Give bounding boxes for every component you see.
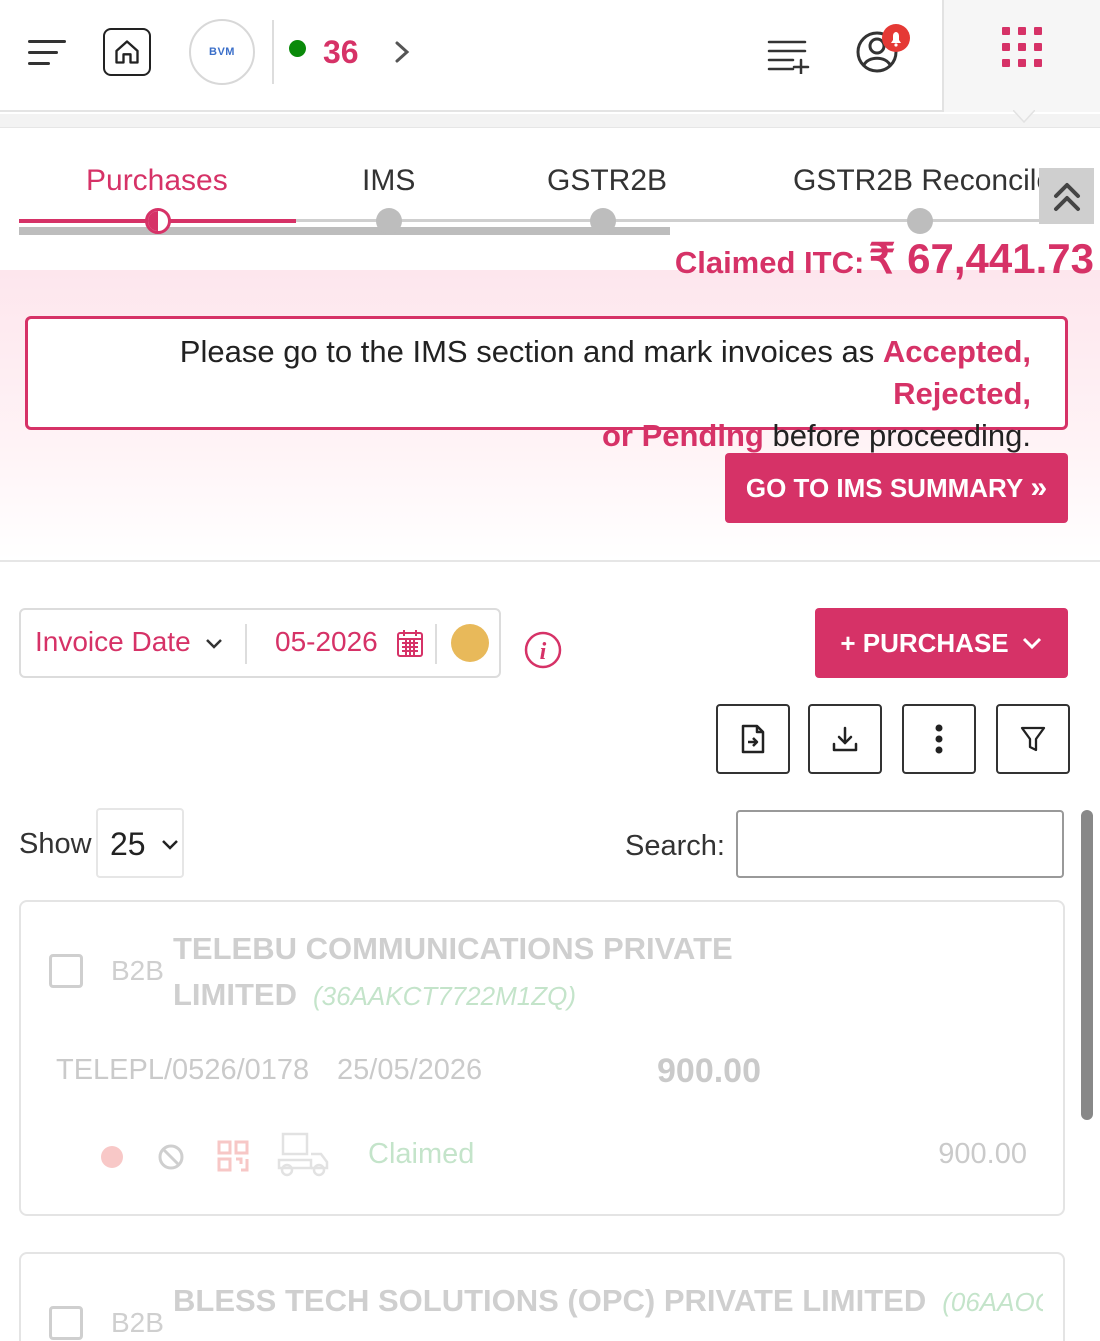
invoice-type: B2B <box>111 955 164 986</box>
chevron-down-icon <box>1022 637 1041 650</box>
double-chevron-right-icon: » <box>1030 471 1048 504</box>
chevron-right-icon[interactable] <box>388 35 418 69</box>
period-picker[interactable]: 05-2026 <box>275 626 378 658</box>
user-notification-icon[interactable] <box>855 22 915 82</box>
row-checkbox[interactable] <box>49 1306 83 1340</box>
party-name-text: BLESS TECH SOLUTIONS (OPC) PRIVATE LIMIT… <box>173 1283 927 1318</box>
calendar-icon[interactable] <box>396 628 424 658</box>
tab-ims[interactable]: IMS <box>362 164 415 198</box>
download-icon <box>832 726 858 752</box>
e-way-bill-truck-icon[interactable] <box>273 1130 331 1178</box>
divider <box>245 624 247 664</box>
claimed-amount: 900.00 <box>938 1138 1027 1170</box>
filter-button[interactable] <box>996 704 1070 774</box>
home-icon <box>115 40 139 64</box>
claimed-itc: Claimed ITC: ₹ 67,441.73 <box>675 234 1094 283</box>
claimed-itc-label: Claimed ITC: <box>674 245 865 280</box>
info-icon[interactable]: i <box>524 631 562 669</box>
page-size-select[interactable]: 25 <box>96 808 184 878</box>
import-button[interactable] <box>716 704 790 774</box>
divider <box>272 20 274 84</box>
date-type-select[interactable]: Invoice Date <box>35 626 224 658</box>
apps-grid-icon <box>1002 27 1042 67</box>
stepper-track <box>19 227 670 235</box>
notice-text-1: Please go to the IMS section and mark in… <box>179 334 883 369</box>
company-logo[interactable]: BVM <box>189 19 255 85</box>
date-type-label: Invoice Date <box>35 626 191 657</box>
step-purchases[interactable] <box>145 208 171 234</box>
add-list-icon[interactable] <box>765 34 811 74</box>
invoice-number: TELEPL/0526/0178 <box>56 1054 310 1086</box>
block-icon[interactable] <box>157 1143 185 1171</box>
status-indicator[interactable] <box>451 624 489 662</box>
invoice-card[interactable]: B2B BLESS TECH SOLUTIONS (OPC) PRIVATE L… <box>19 1252 1065 1341</box>
party-name: BLESS TECH SOLUTIONS (OPC) PRIVATE LIMIT… <box>173 1278 1043 1325</box>
qr-code-icon[interactable] <box>217 1140 249 1172</box>
file-import-icon <box>741 724 765 754</box>
add-purchase-button[interactable]: + PURCHASE <box>815 608 1068 678</box>
invoice-card[interactable]: B2B TELEBU COMMUNICATIONS PRIVATE LIMITE… <box>19 900 1065 1216</box>
filter-icon <box>1020 726 1046 752</box>
show-label: Show <box>19 828 92 860</box>
purchase-button-label: + PURCHASE <box>840 627 1009 658</box>
party-gstin: (36AAKCT7722M1ZQ) <box>313 981 576 1011</box>
row-checkbox[interactable] <box>49 954 83 988</box>
stepper-track-line <box>296 219 1056 222</box>
divider <box>435 624 437 664</box>
notice-highlight-1: Accepted, Rejected, <box>882 334 1031 411</box>
invoice-type: B2B <box>111 1307 164 1338</box>
chevron-down-icon <box>206 639 223 649</box>
go-to-ims-summary-button[interactable]: GO TO IMS SUMMARY » <box>725 453 1068 523</box>
company-logo-text: BVM <box>209 46 235 58</box>
invoice-amount: 900.00 <box>657 1052 761 1090</box>
tab-gstr2b[interactable]: GSTR2B <box>547 164 667 198</box>
more-vertical-icon <box>935 724 943 754</box>
invoice-card-content: B2B BLESS TECH SOLUTIONS (OPC) PRIVATE L… <box>21 1254 1063 1341</box>
more-options-button[interactable] <box>902 704 976 774</box>
pending-count[interactable]: 36 <box>323 34 359 71</box>
ims-button-label: GO TO IMS SUMMARY <box>745 472 1024 503</box>
top-navbar: BVM 36 <box>0 0 1100 112</box>
hamburger-menu-icon[interactable] <box>28 38 68 68</box>
online-status-dot <box>289 40 306 57</box>
step-ims[interactable] <box>376 208 402 234</box>
download-button[interactable] <box>808 704 882 774</box>
chevron-down-icon <box>162 840 178 850</box>
search-input[interactable] <box>736 810 1064 878</box>
home-button[interactable] <box>103 28 151 76</box>
status-dot <box>101 1146 123 1168</box>
search-label: Search: <box>625 830 725 862</box>
apps-menu-button[interactable] <box>942 0 1100 112</box>
notice-highlight-2: or Pending <box>601 418 764 453</box>
claimed-itc-value: ₹ 67,441.73 <box>868 235 1094 282</box>
svg-text:i: i <box>540 639 547 665</box>
apps-caret <box>1013 110 1035 124</box>
invoice-date: 25/05/2026 <box>337 1054 483 1086</box>
scroll-up-button[interactable] <box>1039 168 1094 224</box>
party-name: TELEBU COMMUNICATIONS PRIVATE LIMITED (36… <box>173 926 1043 1019</box>
ims-notice: Please go to the IMS section and mark in… <box>25 316 1068 453</box>
scrollbar-thumb[interactable] <box>1081 810 1093 1120</box>
step-gstr2b[interactable] <box>590 208 616 234</box>
page-size-value: 25 <box>110 826 146 862</box>
header-band <box>0 114 1100 128</box>
invoice-card-content: B2B TELEBU COMMUNICATIONS PRIVATE LIMITE… <box>21 902 1063 1214</box>
party-gstin: (06AAOCB269 <box>942 1287 1043 1317</box>
tab-gstr2b-reconcile[interactable]: GSTR2B Reconcile <box>793 164 1053 198</box>
tab-purchases[interactable]: Purchases <box>86 164 228 198</box>
notice-text-2: before proceeding. <box>763 418 1031 453</box>
date-filter: Invoice Date 05-2026 <box>19 608 501 678</box>
double-chevron-up-icon <box>1053 183 1080 211</box>
step-gstr2b-reconcile[interactable] <box>907 208 933 234</box>
claim-status: Claimed <box>368 1138 475 1170</box>
